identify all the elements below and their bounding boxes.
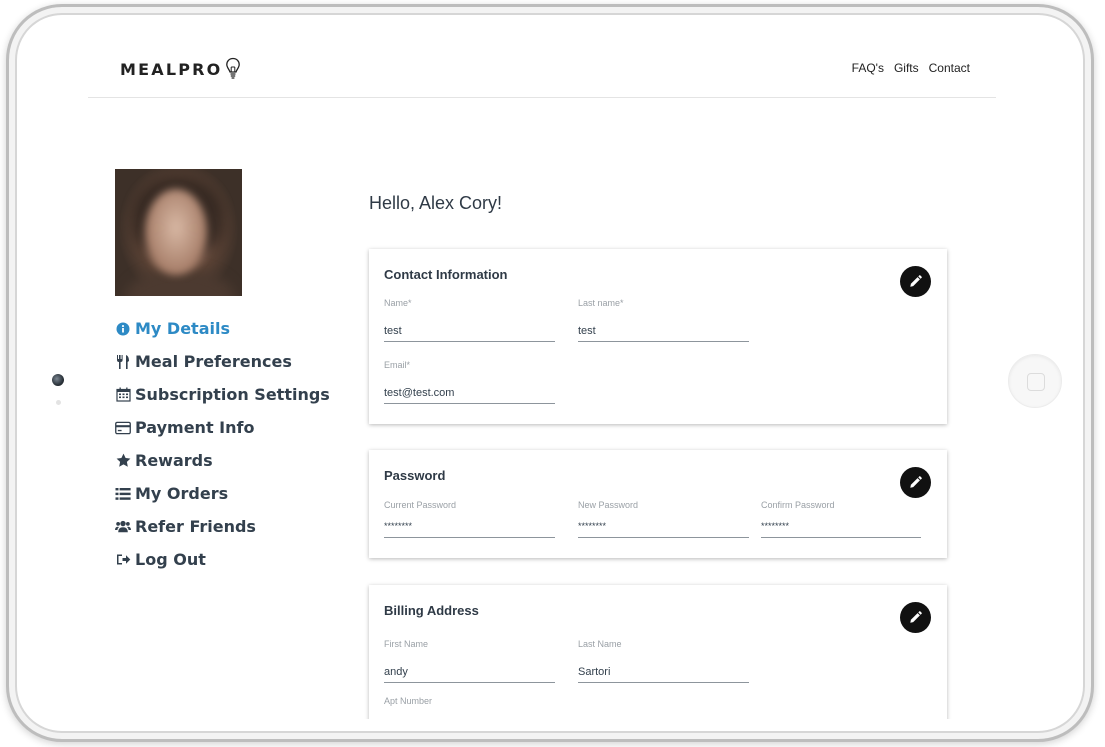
top-nav-links: FAQ's Gifts Contact bbox=[852, 61, 970, 75]
sidebar-item-my-orders[interactable]: My Orders bbox=[115, 477, 330, 510]
card-title: Billing Address bbox=[384, 603, 479, 618]
sidebar-item-label: Meal Preferences bbox=[135, 352, 292, 371]
logo[interactable]: MEALPRO bbox=[120, 57, 241, 81]
sidebar-item-my-details[interactable]: My Details bbox=[115, 312, 330, 345]
sidebar-item-label: Refer Friends bbox=[135, 517, 256, 536]
nav-link-faqs[interactable]: FAQ's bbox=[852, 61, 884, 75]
field-label: New Password bbox=[578, 500, 639, 510]
field-value: test bbox=[384, 325, 402, 337]
avatar bbox=[115, 169, 242, 296]
pencil-icon bbox=[910, 476, 922, 488]
camera-lens bbox=[52, 374, 64, 386]
lightbulb-icon bbox=[226, 57, 241, 79]
contact-information-card: Contact Information Name* test Last name… bbox=[369, 249, 947, 424]
utensils-icon bbox=[115, 354, 131, 370]
sidebar-item-subscription-settings[interactable]: Subscription Settings bbox=[115, 378, 330, 411]
pencil-icon bbox=[910, 611, 922, 623]
field-value: andy bbox=[384, 666, 408, 678]
card-title: Contact Information bbox=[384, 267, 508, 282]
card-title: Password bbox=[384, 468, 446, 483]
sidebar-item-label: Payment Info bbox=[135, 418, 255, 437]
info-circle-icon bbox=[115, 321, 131, 337]
sidebar-item-log-out[interactable]: Log Out bbox=[115, 543, 330, 576]
field-label: Current Password bbox=[384, 500, 457, 510]
logo-text: MEALPRO bbox=[120, 59, 223, 79]
nav-link-contact[interactable]: Contact bbox=[929, 61, 970, 75]
users-icon bbox=[115, 519, 131, 535]
password-card: Password Current Password ******** New P… bbox=[369, 450, 947, 558]
sidebar-item-label: Log Out bbox=[135, 550, 206, 569]
sidebar-item-label: My Details bbox=[135, 319, 230, 338]
field-label: Apt Number bbox=[384, 696, 433, 706]
sidebar-item-rewards[interactable]: Rewards bbox=[115, 444, 330, 477]
edit-contact-button[interactable] bbox=[900, 266, 931, 297]
greeting: Hello, Alex Cory! bbox=[369, 193, 503, 213]
last-name-field[interactable]: Last Name Sartori bbox=[578, 639, 749, 683]
sidebar-item-label: Rewards bbox=[135, 451, 213, 470]
field-value: ******** bbox=[578, 521, 607, 531]
star-icon bbox=[115, 453, 131, 469]
current-password-field[interactable]: Current Password ******** bbox=[384, 500, 555, 538]
field-label: Email* bbox=[384, 360, 411, 370]
field-value: ******** bbox=[761, 521, 790, 531]
field-label: First Name bbox=[384, 639, 429, 649]
last-name-field[interactable]: Last name* test bbox=[578, 298, 749, 342]
field-label: Last Name bbox=[578, 639, 622, 649]
sign-out-icon bbox=[115, 552, 131, 568]
email-field[interactable]: Email* test@test.com bbox=[384, 360, 555, 404]
sidebar-item-payment-info[interactable]: Payment Info bbox=[115, 411, 330, 444]
sidebar-item-label: My Orders bbox=[135, 484, 229, 503]
name-field[interactable]: Name* test bbox=[384, 298, 555, 342]
field-value: Sartori bbox=[578, 666, 611, 678]
sidebar-nav: My Details Meal Preferences Subscription… bbox=[115, 312, 330, 576]
edit-password-button[interactable] bbox=[900, 467, 931, 498]
field-label: Name* bbox=[384, 298, 412, 308]
top-navbar: MEALPRO FAQ's Gifts Contact bbox=[88, 44, 996, 98]
field-value: ******** bbox=[384, 521, 413, 531]
first-name-field[interactable]: First Name andy bbox=[384, 639, 555, 683]
sidebar-item-label: Subscription Settings bbox=[135, 385, 330, 404]
edit-billing-button[interactable] bbox=[900, 602, 931, 633]
home-button[interactable] bbox=[1008, 354, 1062, 408]
light-sensor bbox=[56, 400, 61, 405]
calendar-icon bbox=[115, 387, 131, 403]
sidebar-item-refer-friends[interactable]: Refer Friends bbox=[115, 510, 330, 543]
field-value: test@test.com bbox=[384, 387, 455, 399]
pencil-icon bbox=[910, 275, 922, 287]
screen: MEALPRO FAQ's Gifts Contact My Details M… bbox=[88, 44, 996, 719]
list-icon bbox=[115, 486, 131, 502]
sidebar-item-meal-preferences[interactable]: Meal Preferences bbox=[115, 345, 330, 378]
field-label: Last name* bbox=[578, 298, 624, 308]
billing-address-card: Billing Address First Name andy Last Nam… bbox=[369, 585, 947, 719]
apt-number-field[interactable]: Apt Number bbox=[384, 696, 555, 706]
confirm-password-field[interactable]: Confirm Password ******** bbox=[761, 500, 932, 538]
new-password-field[interactable]: New Password ******** bbox=[578, 500, 749, 538]
nav-link-gifts[interactable]: Gifts bbox=[894, 61, 919, 75]
credit-card-icon bbox=[115, 420, 131, 436]
field-value: test bbox=[578, 325, 596, 337]
field-label: Confirm Password bbox=[761, 500, 835, 510]
